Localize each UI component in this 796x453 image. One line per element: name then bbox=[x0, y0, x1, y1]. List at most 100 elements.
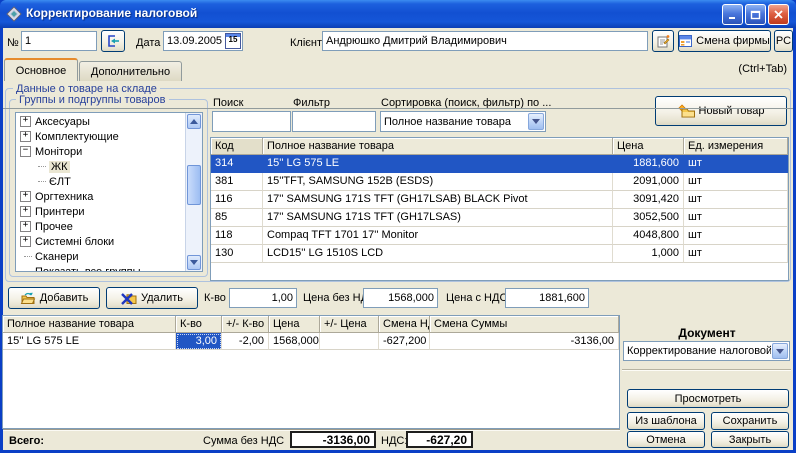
cell-price-delta bbox=[320, 333, 379, 350]
tree-item[interactable]: + Принтери bbox=[20, 204, 85, 219]
from-template-button[interactable]: Из шаблона bbox=[627, 412, 705, 430]
column-header-qty-delta[interactable]: +/- К-во bbox=[222, 316, 269, 333]
cell-unit: шт bbox=[684, 209, 788, 227]
scroll-up-button[interactable] bbox=[187, 114, 201, 129]
document-number-input[interactable] bbox=[21, 31, 97, 51]
price-net-input[interactable] bbox=[363, 288, 438, 308]
table-row[interactable]: 130 LCD15'' LG 1510S LCD 1,000 шт bbox=[211, 245, 788, 263]
tree-item[interactable]: +Прочее bbox=[20, 219, 73, 234]
qty-input[interactable] bbox=[229, 288, 297, 308]
tree-item-selected[interactable]: ЖК bbox=[38, 159, 70, 174]
tree-item[interactable]: ЄЛТ bbox=[38, 174, 71, 189]
minimize-icon bbox=[727, 9, 738, 20]
change-firm-button[interactable]: Смена фирмы bbox=[678, 30, 771, 52]
tab-additional[interactable]: Дополнительно bbox=[79, 61, 182, 81]
filter-input[interactable] bbox=[292, 111, 376, 132]
scrollbar-thumb[interactable] bbox=[187, 165, 201, 205]
scroll-down-button[interactable] bbox=[187, 255, 201, 270]
tree-item[interactable]: +Оргтехника bbox=[20, 189, 93, 204]
delete-button-label: Удалить bbox=[141, 292, 183, 304]
column-header-code[interactable]: Код bbox=[211, 138, 263, 155]
sum-net-value: -3136,00 bbox=[290, 431, 376, 448]
window-content: № Дата 15 Клієнт bbox=[3, 28, 793, 450]
minimize-button[interactable] bbox=[722, 4, 743, 25]
document-type-combobox[interactable]: Корректирование налоговой bbox=[623, 341, 790, 361]
product-groups-tree: + Аксесуары +Комплектующие −Монітори ЖК Є… bbox=[15, 112, 203, 272]
add-button[interactable]: Добавить bbox=[8, 287, 100, 309]
close-doc-button[interactable]: Закрыть bbox=[711, 431, 789, 448]
app-icon bbox=[6, 6, 22, 22]
tree-item[interactable]: +Комплектующие bbox=[20, 129, 119, 144]
renumber-button[interactable] bbox=[101, 30, 125, 52]
tab-main[interactable]: Основное bbox=[4, 58, 78, 81]
column-header-price[interactable]: Цена bbox=[269, 316, 320, 333]
cell-unit: шт bbox=[684, 155, 788, 173]
tree-item-label: Аксесуары bbox=[35, 116, 90, 128]
tree-item[interactable]: −Монітори bbox=[20, 144, 82, 159]
document-table-header: Полное название товара К-во +/- К-во Цен… bbox=[3, 316, 619, 333]
column-header-qty[interactable]: К-во bbox=[176, 316, 222, 333]
column-header-price[interactable]: Цена bbox=[613, 138, 684, 155]
new-product-button[interactable]: Новый товар bbox=[655, 96, 787, 126]
expand-icon[interactable]: + bbox=[20, 206, 31, 217]
tree-scrollbar[interactable] bbox=[185, 113, 202, 271]
cell-vat-change: -627,200 bbox=[379, 333, 430, 350]
cell-qty-selected[interactable]: 3,00 bbox=[176, 333, 222, 350]
title-bar[interactable]: Корректирование налоговой bbox=[0, 0, 796, 28]
cell-price: 3091,420 bbox=[613, 191, 684, 209]
column-header-unit[interactable]: Ед. измерения bbox=[684, 138, 788, 155]
cell-code: 116 bbox=[211, 191, 263, 209]
tree-item[interactable]: + Аксесуары bbox=[20, 114, 90, 129]
document-items-table: Полное название товара К-во +/- К-во Цен… bbox=[2, 315, 620, 429]
tree-item[interactable]: +Системні блоки bbox=[20, 234, 114, 249]
tree-item[interactable]: Показать все группы bbox=[24, 264, 141, 272]
expand-icon[interactable]: + bbox=[20, 221, 31, 232]
table-row[interactable]: 118 Compaq TFT 1701 17'' Monitor 4048,80… bbox=[211, 227, 788, 245]
sum-net-label: Сумма без НДС bbox=[203, 435, 284, 448]
tree-item-label: Принтери bbox=[35, 206, 85, 218]
window-title: Корректирование налоговой bbox=[26, 6, 197, 20]
column-header-sum-change[interactable]: Смена Суммы bbox=[430, 316, 619, 333]
table-row[interactable]: 381 15''TFT, SAMSUNG 152B (ESDS) 2091,00… bbox=[211, 173, 788, 191]
calendar-button[interactable]: 15 bbox=[225, 33, 241, 49]
pc-button[interactable]: РС bbox=[774, 30, 793, 52]
dropdown-arrow-icon[interactable] bbox=[772, 343, 788, 359]
table-row[interactable]: 85 17'' SAMSUNG 171S TFT (GH17LSAS) 3052… bbox=[211, 209, 788, 227]
price-gross-input[interactable] bbox=[505, 288, 589, 308]
column-header-name[interactable]: Полное название товара bbox=[3, 316, 176, 333]
delete-button[interactable]: Удалить bbox=[106, 287, 198, 309]
maximize-button[interactable] bbox=[745, 4, 766, 25]
delete-icon bbox=[121, 292, 137, 305]
expand-icon[interactable]: + bbox=[20, 131, 31, 142]
tree-item-label: Монітори bbox=[35, 146, 82, 158]
column-header-price-delta[interactable]: +/- Цена bbox=[320, 316, 379, 333]
tree-item[interactable]: Сканери bbox=[24, 249, 79, 264]
tree-connector bbox=[24, 271, 32, 272]
sort-combobox[interactable]: Полное название товара bbox=[380, 111, 546, 132]
cell-code: 85 bbox=[211, 209, 263, 227]
expand-icon[interactable]: + bbox=[20, 191, 31, 202]
table-row-selected[interactable]: 314 15'' LG 575 LE 1881,600 шт bbox=[211, 155, 788, 173]
column-header-vat-change[interactable]: Смена НДС bbox=[379, 316, 430, 333]
expand-icon[interactable]: + bbox=[20, 116, 31, 127]
new-folder-icon bbox=[678, 104, 695, 118]
table-row[interactable]: 116 17'' SAMSUNG 171S TFT (GH17LSAB) BLA… bbox=[211, 191, 788, 209]
column-header-name[interactable]: Полное название товара bbox=[263, 138, 613, 155]
cancel-button[interactable]: Отмена bbox=[627, 431, 705, 448]
dropdown-arrow-icon[interactable] bbox=[528, 113, 544, 130]
date-label: Дата bbox=[136, 37, 160, 50]
expand-icon[interactable]: + bbox=[20, 236, 31, 247]
document-table-row[interactable]: 15'' LG 575 LE 3,00 -2,00 1568,000 -627,… bbox=[3, 333, 619, 350]
client-input[interactable] bbox=[322, 31, 648, 51]
collapse-icon[interactable]: − bbox=[20, 146, 31, 157]
add-button-label: Добавить bbox=[40, 292, 89, 304]
search-input[interactable] bbox=[212, 111, 291, 132]
edit-client-button[interactable] bbox=[652, 30, 674, 52]
close-button[interactable] bbox=[768, 4, 789, 25]
cell-price: 4048,800 bbox=[613, 227, 684, 245]
document-panel-title: Документ bbox=[622, 327, 792, 340]
cell-sum-change: -3136,00 bbox=[430, 333, 619, 350]
tab-strip-line bbox=[3, 108, 793, 109]
save-button[interactable]: Сохранить bbox=[711, 412, 789, 430]
preview-button[interactable]: Просмотреть bbox=[627, 389, 789, 408]
